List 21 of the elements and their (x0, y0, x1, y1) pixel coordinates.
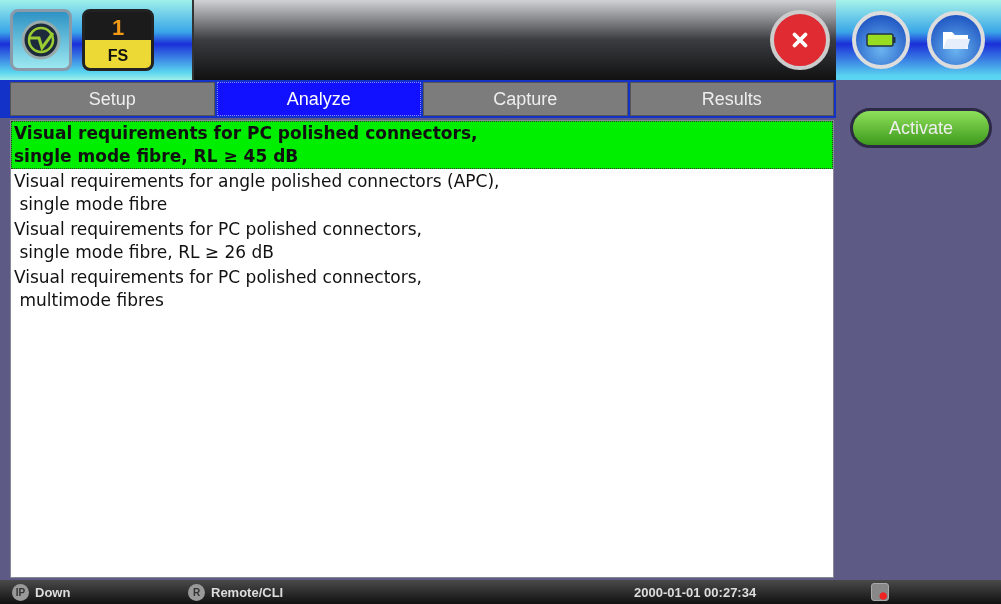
tab[interactable]: Capture (423, 82, 628, 116)
date-time: 2000-01-01 00:27:34 (634, 584, 757, 600)
remote-status: Remote/CLI (211, 584, 284, 600)
ip-status: Down (35, 584, 71, 600)
folder-button[interactable] (926, 11, 985, 69)
tab[interactable]: Results (629, 82, 834, 116)
tab[interactable]: Analyze (216, 82, 421, 116)
port-badge[interactable]: 1 FS (82, 9, 154, 71)
tab[interactable]: Setup (10, 82, 215, 116)
list-item[interactable]: Visual requirements for PC polished connectors, single mode fibre, RL ≥ 26 dB (11, 217, 833, 265)
list-item[interactable]: Visual requirements for angle polished connectors (APC), single mode fibre (11, 169, 833, 217)
home-button[interactable] (10, 9, 72, 71)
logo-icon (21, 20, 61, 60)
close-button[interactable] (770, 10, 830, 70)
list-item[interactable]: Visual requirements for PC polished connectors, multimode fibres (11, 265, 833, 313)
ip-badge: IP (12, 583, 29, 601)
list-item[interactable]: Visual requirements for PC polished connectors, single mode fibre, RL ≥ 45 dB (11, 121, 833, 169)
close-icon (789, 29, 811, 51)
battery-icon (866, 32, 897, 48)
battery-button[interactable] (852, 11, 911, 69)
remote-badge: R (188, 583, 205, 601)
